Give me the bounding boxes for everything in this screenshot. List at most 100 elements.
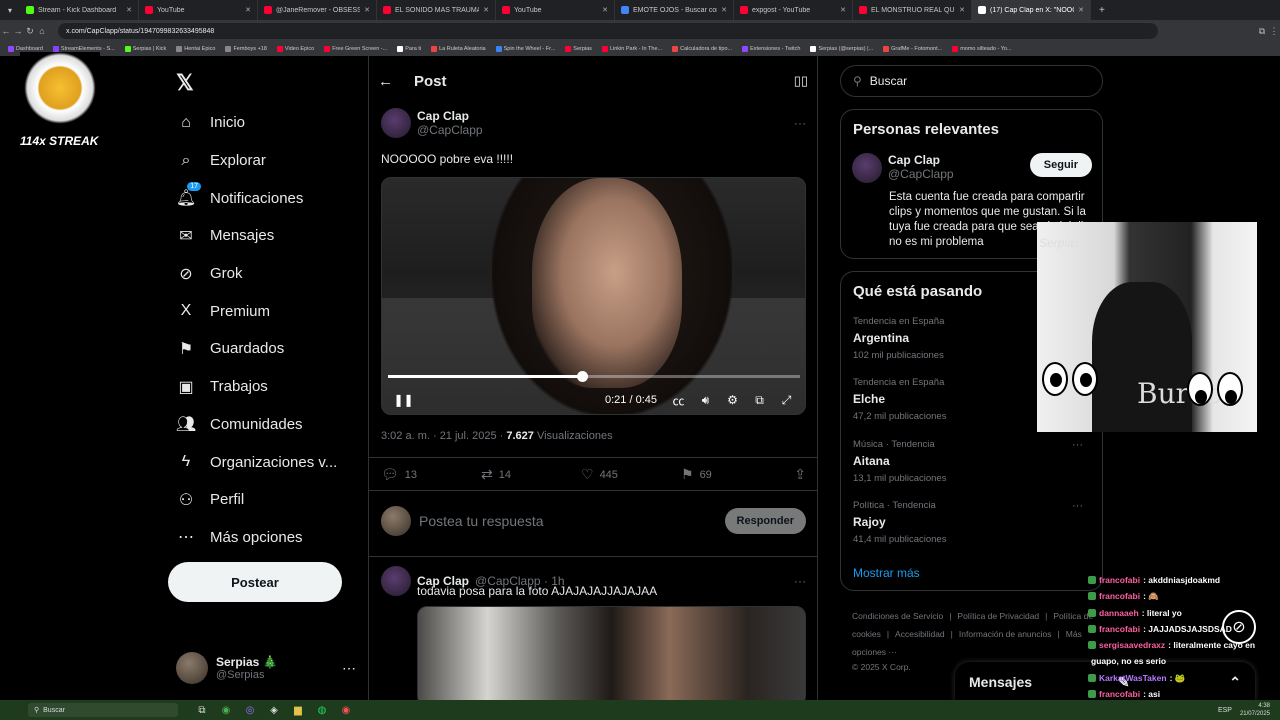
- browser-tab[interactable]: expgost - YouTube ✕: [734, 0, 853, 20]
- new-tab-icon[interactable]: +: [1091, 5, 1113, 16]
- address-bar[interactable]: x.com/CapClapp/status/194709983263349584…: [58, 23, 1158, 39]
- tab-search-icon[interactable]: ▾: [0, 6, 20, 15]
- reply-input[interactable]: Postea tu respuesta: [419, 513, 717, 529]
- trend-options-icon[interactable]: ···: [1072, 439, 1083, 451]
- video-player[interactable]: ❚❚ 0:21 / 0:45 ㏄ 🔊︎ ⚙ ⧉ ⤢: [381, 177, 806, 415]
- browser-tab[interactable]: EL MONSTRUO REAL QUE INSP ✕: [853, 0, 972, 20]
- post-timestamp[interactable]: 3:02 a. m. · 21 jul. 2025 ·: [381, 430, 506, 442]
- captions-icon[interactable]: ㏄: [665, 392, 692, 409]
- browser-tab[interactable]: EMOTE OJOS - Buscar con Goo ✕: [615, 0, 734, 20]
- browser-tab[interactable]: (17) Cap Clap en X: "NOOO ✕: [972, 0, 1091, 20]
- reply-image[interactable]: [417, 606, 806, 706]
- reply-options-icon[interactable]: ···: [794, 574, 806, 588]
- pause-icon[interactable]: ❚❚: [390, 393, 417, 407]
- bookmark-item[interactable]: Serpias: [565, 46, 592, 52]
- follow-button[interactable]: Seguir: [1029, 153, 1092, 177]
- sidebar-item-messages[interactable]: ✉ Mensajes: [168, 217, 358, 255]
- footer-link[interactable]: Accesibilidad: [895, 629, 945, 639]
- reply-button[interactable]: Responder: [724, 508, 806, 534]
- sidebar-item-home[interactable]: ⌂ Inicio: [168, 104, 358, 142]
- back-arrow-icon[interactable]: ←: [378, 73, 408, 90]
- x-logo-icon[interactable]: 𝕏: [176, 70, 194, 96]
- author-name[interactable]: Cap Clap: [417, 109, 483, 123]
- sidebar-item-communities[interactable]: 👥︎ Comunidades: [168, 406, 358, 444]
- reply-post[interactable]: Cap Clap @CapClapp · 1h ··· todavia posa…: [381, 566, 806, 706]
- relevant-user-handle[interactable]: @CapClapp: [888, 167, 1024, 181]
- browser-tab[interactable]: @JaneRemover - OBSESSED PO ✕: [258, 0, 377, 20]
- bookmark-item[interactable]: Serpias (@serpias) |...: [810, 46, 873, 52]
- sidebar-item-profile[interactable]: ⚇ Perfil: [168, 481, 358, 519]
- bookmark-item[interactable]: Serpias | Kick: [124, 46, 166, 52]
- sidebar-item-organizations[interactable]: ϟ Organizaciones v...: [168, 443, 358, 481]
- search-input[interactable]: ⚲ Buscar: [840, 65, 1103, 97]
- app-icon[interactable]: ◉: [334, 705, 358, 716]
- bookmark-item[interactable]: Calculadora de tipo...: [672, 46, 732, 52]
- video-progress-bar[interactable]: [388, 371, 800, 382]
- home-icon[interactable]: ⌂: [36, 26, 48, 36]
- taskbar-search[interactable]: ⚲ Buscar: [28, 703, 178, 717]
- bookmark-item[interactable]: La Ruleta Aleatoria: [431, 46, 486, 52]
- bookmark-item[interactable]: Video Epico: [276, 46, 314, 52]
- relevant-user-name[interactable]: Cap Clap: [888, 153, 1024, 167]
- browser-tab[interactable]: EL SONIDO MÁS TRAUMATIZA ✕: [377, 0, 496, 20]
- like-action[interactable]: ♡ 445: [581, 466, 681, 483]
- clock[interactable]: 4:38 21/07/2025: [1240, 702, 1270, 718]
- browser-menu-icon[interactable]: ⋮: [1268, 26, 1280, 37]
- pip-icon[interactable]: ⧉: [746, 393, 773, 408]
- bookmark-item[interactable]: Femboys +18: [225, 46, 267, 52]
- close-tab-icon[interactable]: ✕: [959, 6, 965, 14]
- sidebar-item-explore[interactable]: ⌕ Explorar: [168, 142, 358, 180]
- task-view-icon[interactable]: ⧉: [190, 705, 214, 716]
- browser-tab[interactable]: YouTube ✕: [496, 0, 615, 20]
- extensions-icon[interactable]: ⧉: [1256, 26, 1268, 37]
- sidebar-item-more[interactable]: ⋯ Más opciones: [168, 519, 358, 557]
- close-tab-icon[interactable]: ✕: [1078, 6, 1084, 14]
- sidebar-item-jobs[interactable]: ▣ Trabajos: [168, 368, 358, 406]
- close-tab-icon[interactable]: ✕: [840, 6, 846, 14]
- repost-action[interactable]: ⇄ 14: [481, 466, 581, 483]
- bookmark-item[interactable]: Para ti: [397, 46, 421, 52]
- volume-icon[interactable]: 🔊︎: [692, 393, 719, 408]
- browser-tab[interactable]: Stream - Kick Dashboard ✕: [20, 0, 139, 20]
- app-icon[interactable]: ◈: [262, 705, 286, 716]
- bookmark-item[interactable]: GrafMe - Fotomont...: [883, 46, 942, 52]
- back-icon[interactable]: ←: [0, 26, 12, 36]
- trend-item[interactable]: Música · Tendencia Aitana 13,1 mil publica…: [853, 439, 1093, 484]
- video-scrubber-handle[interactable]: [576, 371, 588, 382]
- browser-tab[interactable]: YouTube ✕: [139, 0, 258, 20]
- close-tab-icon[interactable]: ✕: [126, 6, 132, 14]
- account-switcher[interactable]: Serpias 🎄 @Serpias ⋯: [176, 648, 356, 688]
- sidebar-item-bookmarks[interactable]: ⚑ Guardados: [168, 330, 358, 368]
- sidebar-item-premium[interactable]: X Premium: [168, 292, 358, 330]
- post-options-icon[interactable]: ···: [794, 116, 806, 130]
- reload-icon[interactable]: ↻: [24, 26, 36, 37]
- more-icon[interactable]: ⋯: [342, 660, 356, 677]
- bookmark-item[interactable]: Free Green Screen -...: [324, 46, 387, 52]
- settings-icon[interactable]: ⚙: [719, 393, 746, 407]
- reply-action[interactable]: 💬︎ 13: [381, 466, 481, 483]
- chrome-icon[interactable]: ◉: [214, 705, 238, 716]
- footer-link[interactable]: Política de Privacidad: [957, 611, 1039, 621]
- footer-link[interactable]: Información de anuncios: [959, 629, 1052, 639]
- file-explorer-icon[interactable]: ▆: [286, 705, 310, 716]
- bookmark-item[interactable]: Linkin Park - In The...: [601, 46, 662, 52]
- footer-link[interactable]: Condiciones de Servicio: [852, 611, 943, 621]
- reply-author-avatar[interactable]: [381, 566, 411, 596]
- show-more-link[interactable]: Mostrar más: [853, 566, 920, 580]
- obs-icon[interactable]: ◎: [238, 705, 262, 716]
- relevant-user-avatar[interactable]: [852, 153, 882, 183]
- fullscreen-icon[interactable]: ⤢: [773, 393, 800, 408]
- post-button[interactable]: Postear: [168, 562, 342, 602]
- forward-icon[interactable]: →: [12, 26, 24, 36]
- close-tab-icon[interactable]: ✕: [364, 6, 370, 14]
- trend-options-icon[interactable]: ···: [1072, 500, 1083, 512]
- spotify-icon[interactable]: ◍: [310, 705, 334, 716]
- close-tab-icon[interactable]: ✕: [721, 6, 727, 14]
- close-tab-icon[interactable]: ✕: [483, 6, 489, 14]
- bookmark-item[interactable]: Spin the Wheel - Fr...: [495, 46, 555, 52]
- sidebar-item-notifications[interactable]: 🔔︎ 17 Notificaciones: [168, 179, 358, 217]
- share-icon[interactable]: ⇪: [794, 466, 806, 483]
- author-avatar[interactable]: [381, 108, 411, 138]
- close-tab-icon[interactable]: ✕: [245, 6, 251, 14]
- reader-mode-icon[interactable]: ▯▯: [794, 73, 808, 89]
